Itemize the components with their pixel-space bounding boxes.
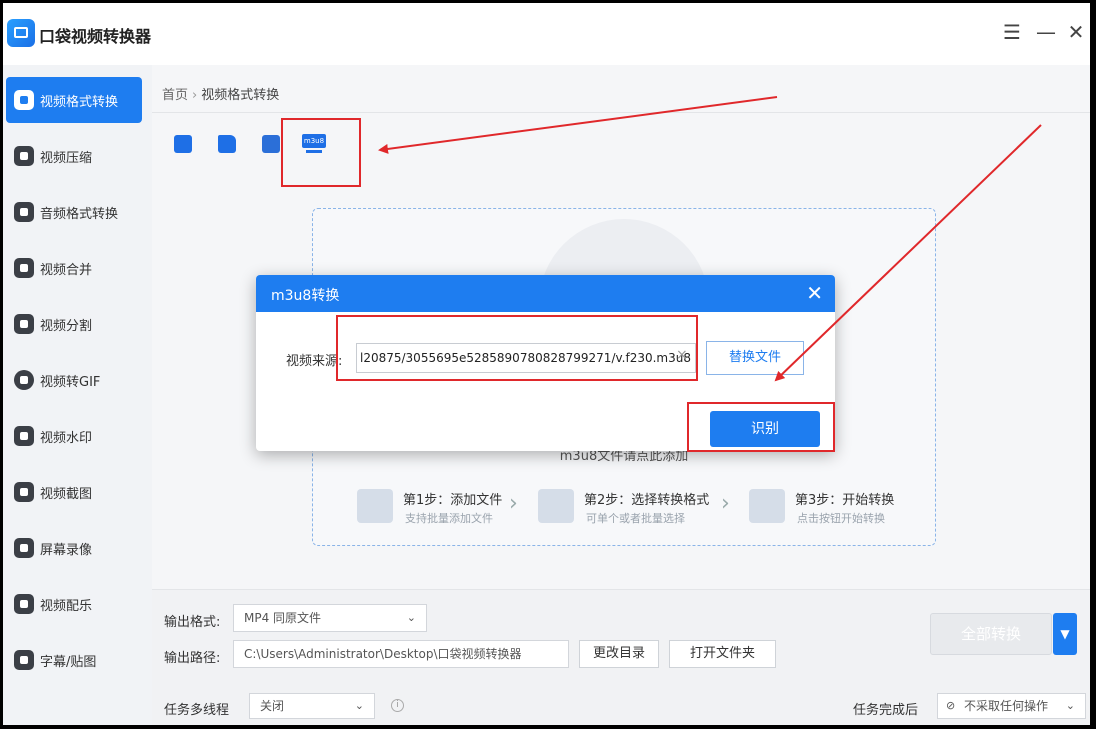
breadcrumb-current: 视频格式转换	[201, 88, 280, 103]
audio-convert-icon	[14, 202, 34, 222]
breadcrumb: 首页 › 视频格式转换	[162, 84, 279, 103]
annotation-box-source	[336, 315, 698, 381]
steps-guide: 第1步：添加文件 支持批量添加文件 › 第2步：选择转换格式 可单个或者批量选择…	[357, 487, 917, 527]
output-path-field[interactable]: C:\Users\Administrator\Desktop\口袋视频转换器	[233, 640, 569, 668]
replace-file-button[interactable]: 替换文件	[706, 341, 804, 375]
chevron-right-icon: ›	[192, 88, 198, 103]
info-icon[interactable]: i	[391, 699, 404, 712]
app-logo-icon	[7, 19, 35, 47]
app-title: 口袋视频转换器	[39, 27, 152, 46]
subtitle-icon	[14, 650, 34, 670]
sidebar-item-screen-record[interactable]: 屏幕录像	[6, 525, 142, 571]
start-convert-step-icon	[749, 489, 785, 523]
music-icon	[14, 594, 34, 614]
multithread-label: 任务多线程	[164, 703, 230, 718]
gif-icon	[14, 370, 34, 390]
sidebar-item-gif[interactable]: 视频转GIF	[6, 357, 142, 403]
after-done-label: 任务完成后	[853, 703, 919, 718]
video-convert-icon	[14, 90, 34, 110]
screenshot-icon	[14, 482, 34, 502]
sidebar: 视频格式转换 视频压缩 音频格式转换 视频合并 视频分割 视频转GIF 视频水印…	[3, 65, 152, 725]
sidebar-item-watermark[interactable]: 视频水印	[6, 413, 142, 459]
dialog-header: m3u8转换 ✕	[256, 275, 835, 312]
select-format-step-icon	[538, 489, 574, 523]
chevron-right-icon: ›	[509, 491, 518, 516]
divider	[152, 112, 1090, 113]
sidebar-item-music[interactable]: 视频配乐	[6, 581, 142, 627]
output-format-select[interactable]: MP4 同原文件 ⌄	[233, 604, 427, 632]
after-done-select[interactable]: ⊘ 不采取任何操作 ⌄	[937, 693, 1086, 719]
app-window: 口袋视频转换器 ☰ — ✕ 视频格式转换 视频压缩 音频格式转换 视频合并 视频…	[3, 3, 1090, 725]
screen-record-icon	[14, 538, 34, 558]
sidebar-item-compress[interactable]: 视频压缩	[6, 133, 142, 179]
chevron-down-icon: ⌄	[1065, 699, 1075, 712]
add-file-step-icon	[357, 489, 393, 523]
multithread-select[interactable]: 关闭 ⌄	[249, 693, 375, 719]
hamburger-icon[interactable]: ☰	[999, 19, 1025, 45]
compress-icon	[14, 146, 34, 166]
chevron-right-icon: ›	[721, 491, 730, 516]
merge-icon	[14, 258, 34, 278]
add-folder-icon[interactable]	[216, 133, 238, 153]
watermark-icon	[14, 426, 34, 446]
ban-icon: ⊘	[946, 699, 956, 712]
output-path-label: 输出路径:	[164, 651, 221, 666]
close-icon[interactable]: ✕	[806, 281, 823, 305]
sidebar-item-merge[interactable]: 视频合并	[6, 245, 142, 291]
title-bar: 口袋视频转换器 ☰ — ✕	[3, 3, 1090, 65]
convert-dropdown-button[interactable]: ▼	[1053, 613, 1077, 655]
sidebar-item-audio-convert[interactable]: 音频格式转换	[6, 189, 142, 235]
sidebar-item-video-convert[interactable]: 视频格式转换	[6, 77, 142, 123]
source-label: 视频来源:	[286, 354, 343, 369]
split-icon	[14, 314, 34, 334]
sidebar-item-screenshot[interactable]: 视频截图	[6, 469, 142, 515]
chevron-down-icon: ⌄	[354, 699, 364, 712]
annotation-box-recognize	[687, 402, 835, 452]
annotation-box-m3u8	[281, 118, 361, 187]
breadcrumb-home[interactable]: 首页	[162, 88, 188, 103]
sidebar-item-split[interactable]: 视频分割	[6, 301, 142, 347]
close-icon[interactable]: ✕	[1063, 19, 1089, 45]
open-folder-button[interactable]: 打开文件夹	[669, 640, 776, 668]
minimize-icon[interactable]: —	[1033, 19, 1059, 45]
convert-all-button[interactable]: 全部转换	[930, 613, 1052, 655]
chevron-down-icon: ⌄	[406, 611, 416, 624]
toolbox-icon[interactable]	[260, 133, 282, 153]
output-format-label: 输出格式:	[164, 615, 221, 630]
sidebar-item-subtitle[interactable]: 字幕/贴图	[6, 637, 142, 683]
add-file-icon[interactable]	[172, 133, 194, 153]
change-dir-button[interactable]: 更改目录	[579, 640, 659, 668]
dialog-title: m3u8转换	[271, 288, 340, 304]
